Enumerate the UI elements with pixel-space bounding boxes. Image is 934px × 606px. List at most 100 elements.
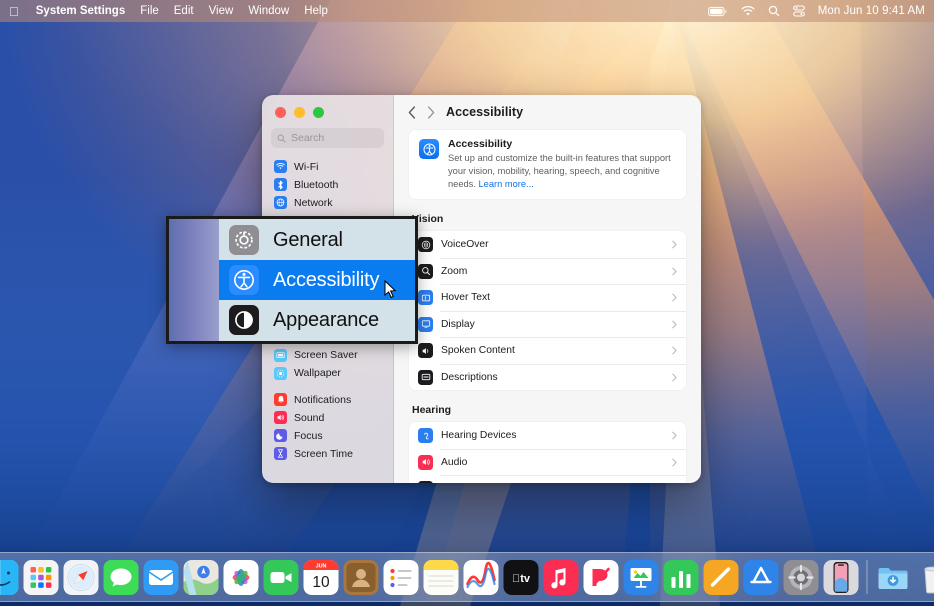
dock-item-reminders[interactable]: [384, 560, 419, 595]
wifi-icon[interactable]: [741, 6, 755, 17]
row-label: Spoken Content: [441, 345, 515, 356]
chevron-right-icon: [672, 320, 677, 329]
apple-logo-icon[interactable]: : [9, 5, 19, 18]
dock-item-safari[interactable]: [64, 560, 99, 595]
sidebar-search[interactable]: [262, 118, 393, 154]
row-audio[interactable]: Audio: [409, 449, 686, 476]
accessibility-icon: [229, 265, 259, 295]
sidebar-item-screen-time[interactable]: Screen Time: [270, 445, 385, 463]
dock-item-calendar[interactable]: JUN 10: [304, 560, 339, 595]
dock-item-notes[interactable]: [424, 560, 459, 595]
sidebar-item-label: Sound: [294, 412, 324, 424]
notifications-icon: [274, 393, 287, 406]
sidebar-item-screen-saver[interactable]: Screen Saver: [270, 347, 385, 365]
sidebar-item-label: Wi-Fi: [294, 161, 319, 173]
dock-item-numbers[interactable]: [664, 560, 699, 595]
dock-item-stocks[interactable]: [464, 560, 499, 595]
battery-icon[interactable]: [708, 6, 728, 17]
bluetooth-icon: [274, 178, 287, 191]
descriptions-icon: [418, 370, 433, 385]
magnified-item-label: Appearance: [273, 309, 379, 332]
chevron-right-icon: [672, 267, 677, 276]
row-captions[interactable]: Captions: [409, 475, 686, 483]
sidebar-item-network[interactable]: Network: [270, 194, 385, 212]
wifi-icon: [274, 160, 287, 173]
sidebar-item-wallpaper[interactable]: Wallpaper: [270, 365, 385, 383]
sound-icon: [274, 411, 287, 424]
maximize-button[interactable]: [313, 107, 324, 118]
sidebar-item-wi-fi[interactable]: Wi-Fi: [270, 158, 385, 176]
row-label: Display: [441, 319, 475, 330]
control-center-icon[interactable]: [793, 5, 805, 17]
menu-item-help[interactable]: Help: [304, 5, 328, 17]
menu-item-file[interactable]: File: [140, 5, 159, 17]
dock-item-finder[interactable]: [0, 560, 19, 595]
dock-item-appstore[interactable]: [744, 560, 779, 595]
zoom-magnifier-overlay[interactable]: General Accessibility Appearance: [166, 216, 418, 344]
row-spoken-content[interactable]: Spoken Content: [409, 337, 686, 364]
desktop-screen:  System Settings File Edit View Window …: [0, 0, 934, 606]
menu-bar[interactable]:  System Settings File Edit View Window …: [0, 0, 934, 22]
menu-item-edit[interactable]: Edit: [174, 5, 194, 17]
search-input[interactable]: [291, 132, 378, 144]
sidebar-item-sound[interactable]: Sound: [270, 409, 385, 427]
dock-item-system-settings[interactable]: [784, 560, 819, 595]
dock-item-photos[interactable]: [224, 560, 259, 595]
sidebar-item-label: Network: [294, 197, 333, 209]
sidebar-item-bluetooth[interactable]: Bluetooth: [270, 176, 385, 194]
menu-item-window[interactable]: Window: [248, 5, 289, 17]
search-icon: [277, 134, 286, 143]
row-label: VoiceOver: [441, 239, 489, 250]
appearance-icon: [229, 305, 259, 335]
sidebar-item-label: Screen Saver: [294, 349, 358, 361]
dock-item-pages[interactable]: [704, 560, 739, 595]
gear-icon: [229, 225, 259, 255]
row-label: Audio: [441, 457, 467, 468]
dock-item-contacts[interactable]: [344, 560, 379, 595]
chevron-right-icon: [672, 373, 677, 382]
menubar-clock[interactable]: Mon Jun 10 9:41 AM: [818, 5, 925, 17]
dock-item-trash[interactable]: [916, 560, 934, 595]
chevron-right-icon: [672, 431, 677, 440]
dock-item-keynote[interactable]: [624, 560, 659, 595]
sidebar-item-focus[interactable]: Focus: [270, 427, 385, 445]
dock-item-messages[interactable]: [104, 560, 139, 595]
close-button[interactable]: [275, 107, 286, 118]
row-voiceover[interactable]: VoiceOver: [409, 231, 686, 258]
row-zoom[interactable]: Zoom: [409, 258, 686, 285]
row-hover-text[interactable]: Hover Text: [409, 284, 686, 311]
menubar-app-name[interactable]: System Settings: [36, 5, 125, 17]
row-descriptions[interactable]: Descriptions: [409, 364, 686, 391]
row-label: Hover Text: [441, 292, 490, 303]
dock-item-appletv[interactable]: tv: [504, 560, 539, 595]
audio-icon: [418, 455, 433, 470]
magnifier-wallpaper-edge: [169, 219, 219, 341]
hearing-devices-icon: [418, 428, 433, 443]
row-hearing-devices[interactable]: Hearing Devices: [409, 422, 686, 449]
dock-separator: [867, 560, 868, 594]
dock-item-downloads[interactable]: [876, 560, 911, 595]
dock-item-music[interactable]: [544, 560, 579, 595]
dock[interactable]: JUN 10 tv: [0, 552, 934, 602]
window-controls[interactable]: [262, 95, 393, 118]
magnified-item-general[interactable]: General: [219, 220, 415, 260]
calendar-month-text: JUN: [316, 563, 327, 569]
section-heading-vision: Vision: [412, 213, 687, 225]
search-icon[interactable]: [768, 5, 780, 17]
menu-item-view[interactable]: View: [209, 5, 234, 17]
learn-more-link[interactable]: Learn more...: [479, 179, 534, 189]
dock-item-iphone-mirroring[interactable]: [824, 560, 859, 595]
sidebar-item-label: Notifications: [294, 394, 351, 406]
dock-item-news[interactable]: [584, 560, 619, 595]
minimize-button[interactable]: [294, 107, 305, 118]
back-button[interactable]: [408, 106, 416, 119]
forward-button[interactable]: [427, 106, 435, 119]
sidebar-item-notifications[interactable]: Notifications: [270, 391, 385, 409]
dock-item-maps[interactable]: [184, 560, 219, 595]
dock-item-facetime[interactable]: [264, 560, 299, 595]
magnified-item-appearance[interactable]: Appearance: [219, 300, 415, 340]
row-display[interactable]: Display: [409, 311, 686, 338]
calendar-day-text: 10: [312, 574, 330, 591]
dock-item-launchpad[interactable]: [24, 560, 59, 595]
dock-item-mail[interactable]: [144, 560, 179, 595]
